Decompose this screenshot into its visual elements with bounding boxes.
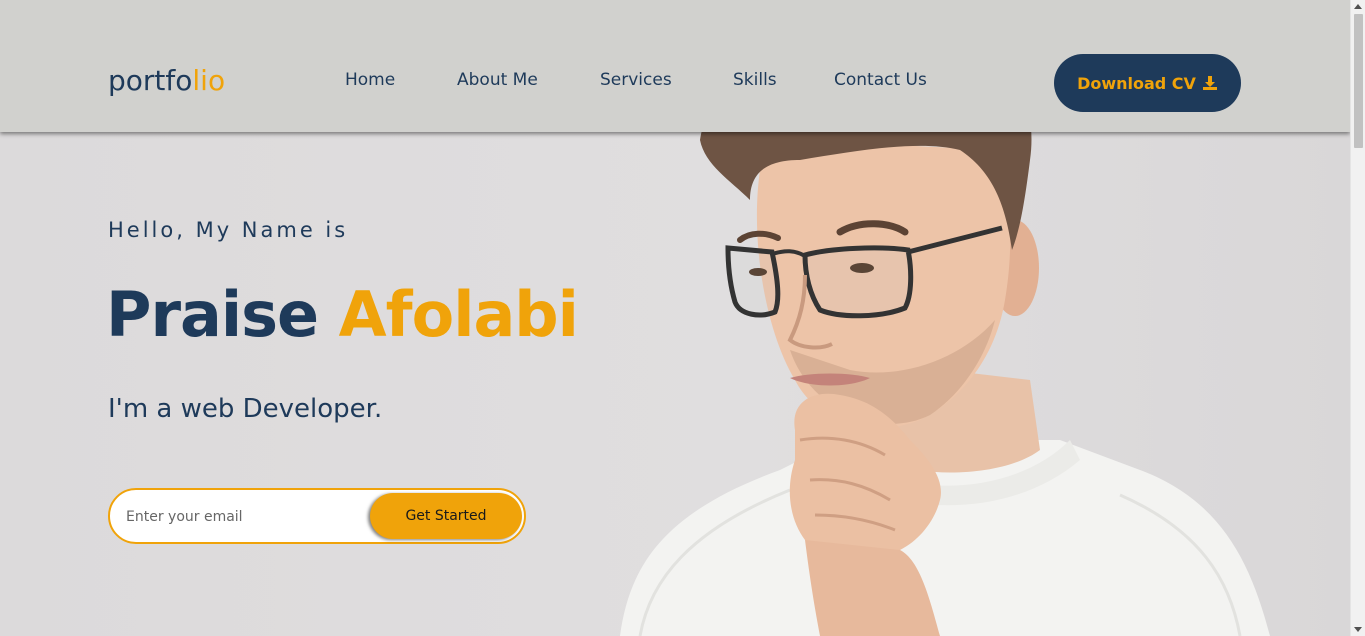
email-input[interactable] bbox=[126, 504, 366, 530]
hero-last-name: Afolabi bbox=[338, 278, 579, 351]
get-started-button[interactable]: Get Started bbox=[370, 493, 522, 539]
download-cv-label: Download CV bbox=[1077, 73, 1196, 93]
hero-role: I'm a web Developer. bbox=[108, 394, 383, 424]
hero-name: Praise Afolabi bbox=[106, 278, 579, 351]
nav-about-me[interactable]: About Me bbox=[457, 70, 538, 90]
download-icon bbox=[1202, 76, 1217, 90]
page: portfolio Home About Me Services Skills … bbox=[0, 0, 1350, 636]
nav-skills[interactable]: Skills bbox=[733, 70, 777, 90]
hero-first-name: Praise bbox=[106, 278, 319, 351]
vertical-scrollbar[interactable] bbox=[1350, 0, 1365, 636]
scroll-up-icon[interactable] bbox=[1354, 4, 1362, 9]
nav-home[interactable]: Home bbox=[345, 70, 395, 90]
download-cv-button[interactable]: Download CV bbox=[1054, 54, 1241, 112]
logo-part-1: portfo bbox=[108, 64, 193, 97]
hero-greeting: Hello, My Name is bbox=[108, 218, 349, 242]
scroll-thumb[interactable] bbox=[1354, 14, 1363, 148]
email-signup-form: Get Started bbox=[108, 488, 526, 544]
nav-contact-us[interactable]: Contact Us bbox=[834, 70, 927, 90]
logo[interactable]: portfolio bbox=[108, 64, 225, 97]
site-header: portfolio Home About Me Services Skills … bbox=[0, 0, 1350, 132]
nav-services[interactable]: Services bbox=[600, 70, 672, 90]
scroll-down-icon[interactable] bbox=[1354, 627, 1362, 632]
logo-part-2: lio bbox=[192, 64, 226, 97]
